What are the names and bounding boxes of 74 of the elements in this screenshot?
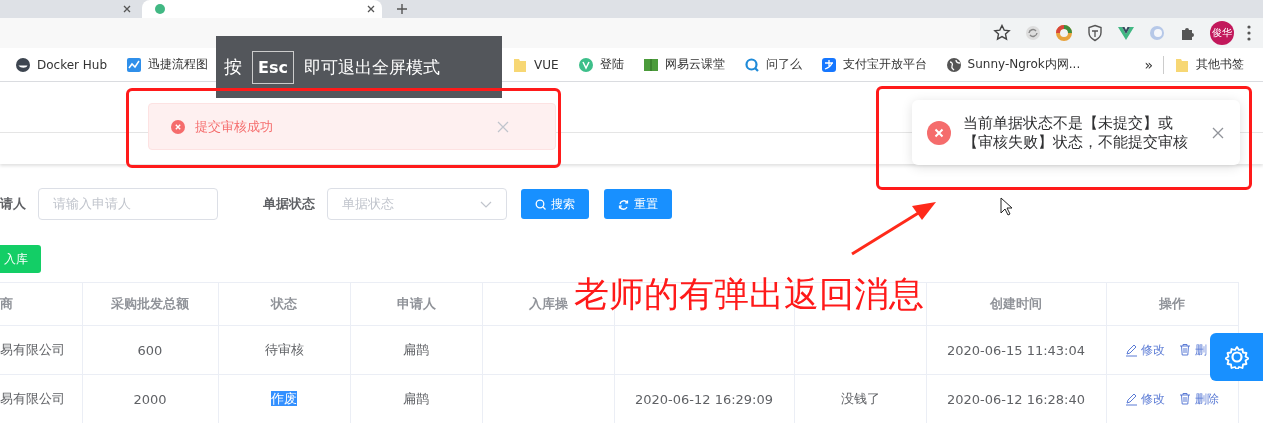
table-cell: 2020-06-12 16:29:09 [634,391,774,407]
table-cell: 易有限公司 [0,391,65,406]
search-icon [743,56,760,73]
pencil-icon [1124,392,1137,406]
search-icon [535,198,546,210]
trash-icon [1178,343,1191,357]
bookmark[interactable]: 其他书签 [1174,56,1244,73]
v-shape-icon[interactable] [1117,24,1135,42]
error-icon [927,120,951,145]
annotation-text: 老师的有弹出返回消息 [574,273,924,316]
notice-text: 按 [224,55,242,79]
bookmark[interactable]: 支付宝开放平台 [820,56,927,73]
column-header: 采购批发总额 [111,296,189,311]
trash-icon [1178,392,1191,406]
field-label: 单据状态 [263,195,315,213]
bookmark[interactable]: VUE [512,56,559,73]
bookmarks-overflow-button[interactable]: » [1144,56,1153,73]
bookmark[interactable]: Sunny-Ngrok内网... [945,56,1081,73]
menu-icon[interactable] [1247,25,1251,41]
globe-icon [945,56,962,73]
new-tab-icon[interactable] [396,3,408,15]
folder-icon [512,56,528,73]
table-cell: 2020-06-15 11:43:04 [946,342,1086,358]
close-icon[interactable] [1212,126,1224,139]
ring-icon[interactable] [1055,24,1073,42]
bookmark[interactable]: 网易云课堂 [642,56,725,73]
folder-icon [1174,56,1190,73]
field-label: 请人 [0,195,26,213]
column-header: 商 [0,296,13,311]
sync-icon[interactable] [1024,24,1042,42]
table-cell: 易有限公司 [0,342,65,357]
close-icon[interactable] [122,4,132,14]
notice-text: 即可退出全屏模式 [303,55,440,79]
table-cell: 600 [137,342,163,358]
column-header: 申请人 [396,296,436,311]
key-cap: Esc [252,50,294,84]
column-header: 创建时间 [990,296,1042,311]
star-icon[interactable] [993,24,1011,42]
column-header: 入库操 [528,296,568,311]
pay-icon [820,56,837,73]
pencil-icon [1124,343,1137,357]
close-icon[interactable] [366,4,376,14]
delete-link[interactable]: 删除 [1178,390,1219,408]
chart-icon [126,56,143,73]
edit-link[interactable]: 修改 [1124,390,1165,408]
table-cell: 扁鹊 [403,391,429,406]
refresh-icon [618,198,629,210]
table-cell: 扁鹊 [403,342,429,357]
cursor-icon [1000,197,1014,217]
column-header: 操作 [1159,296,1185,311]
error-icon [171,119,185,134]
bookmark[interactable]: Docker Hub [15,56,108,73]
selected-text: 作废 [271,391,297,406]
delete-link[interactable]: 删 [1178,341,1207,359]
bookmark[interactable]: 问了么 [743,56,802,73]
book-icon [642,56,659,73]
column-header: 状态 [271,296,297,311]
table-cell: 2000 [133,391,167,407]
settings-button[interactable] [1210,333,1263,381]
table-cell: 没钱了 [840,391,880,406]
message-text: 提交审核成功 [195,117,274,136]
table-cell: 待审核 [264,342,304,357]
edit-link[interactable]: 修改 [1124,341,1165,359]
whale-icon [15,56,31,73]
bookmark[interactable]: 迅捷流程图 [126,56,209,73]
leaf-icon [577,56,594,73]
notification-text: 当前单据状态不是【未提交】或【审核失败】状态，不能提交审核 [963,113,1189,152]
settings-icon [1224,345,1249,369]
shield-icon[interactable] [1086,24,1104,42]
chevron-down-icon [480,200,492,208]
page-icon [154,3,166,15]
table-cell: 2020-06-12 16:28:40 [946,391,1086,407]
profile-avatar[interactable]: 俊华 [1210,21,1234,45]
bookmark[interactable]: 登陆 [577,56,624,73]
